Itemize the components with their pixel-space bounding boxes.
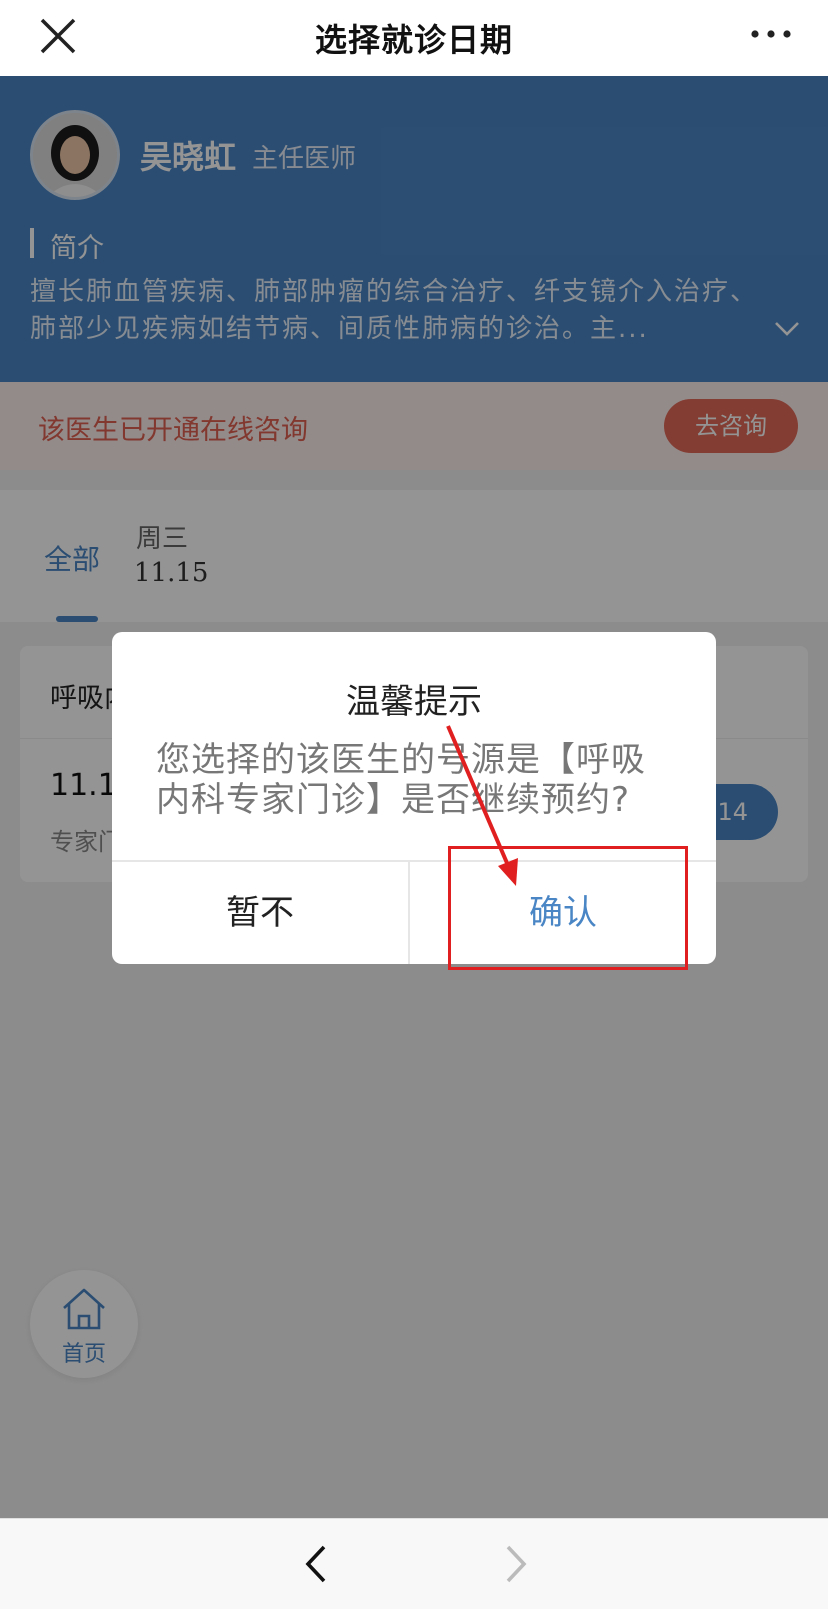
page-title: 选择就诊日期 (314, 21, 513, 59)
dialog-title: 温馨提示 (346, 682, 482, 722)
bottom-nav-bar (0, 1518, 828, 1609)
top-bar: 选择就诊日期 (0, 0, 828, 76)
dialog-message: 您选择的该医生的号源是【呼吸内科专家门诊】是否继续预约? (156, 740, 646, 820)
chevron-right-icon[interactable] (496, 1541, 536, 1587)
annotation-highlight-box (448, 846, 688, 970)
chevron-left-icon[interactable] (296, 1541, 336, 1587)
more-icon[interactable] (748, 22, 794, 46)
cancel-button[interactable]: 暂不 (112, 862, 408, 964)
close-icon[interactable] (36, 14, 80, 58)
